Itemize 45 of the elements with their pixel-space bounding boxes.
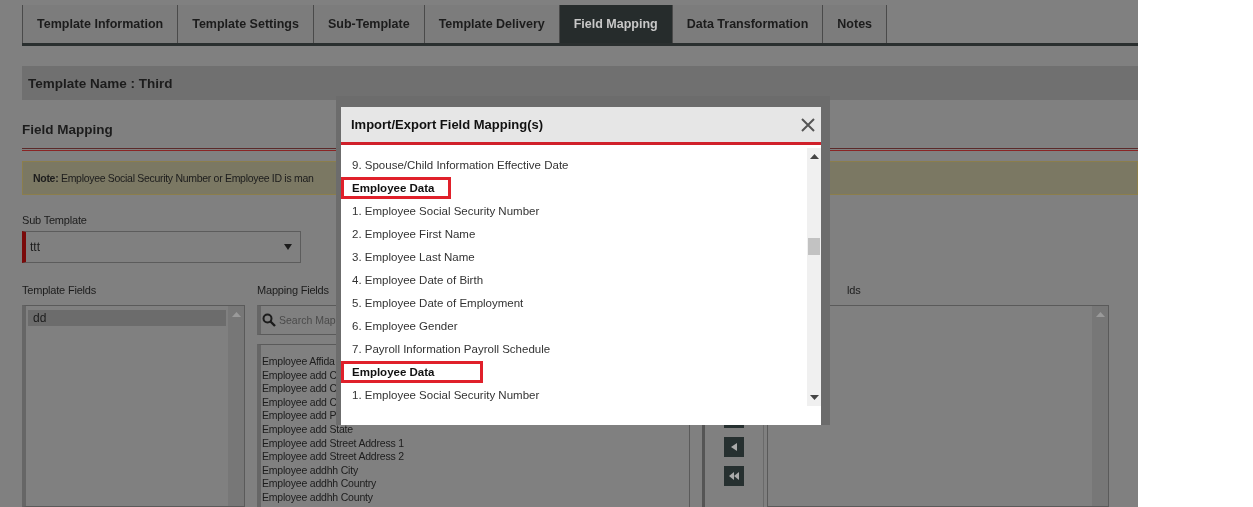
list-item[interactable]: Employee add State (262, 422, 688, 437)
group-heading: Employee Data (344, 363, 480, 380)
scrollbar-thumb[interactable] (808, 238, 820, 255)
mapping-list-item: 5. Employee Date of Employment (351, 295, 525, 311)
scrollbar[interactable] (807, 148, 821, 406)
scroll-down-icon[interactable] (809, 395, 819, 400)
dialog-title: Import/Export Field Mapping(s) (351, 117, 544, 132)
mapping-list-item: 4. Employee Date of Birth (351, 272, 485, 288)
field-label: Sub Template (22, 214, 87, 226)
sub-template-dropdown[interactable]: ttt (22, 231, 301, 263)
list-item[interactable]: Employee add Street Address 2 (262, 450, 688, 464)
tab[interactable]: Template Information (22, 5, 179, 43)
field-label: lds (847, 284, 861, 296)
double-triangle-icon (729, 471, 739, 481)
tab[interactable]: Data Transformation (672, 5, 824, 43)
scroll-up-icon[interactable] (809, 154, 819, 159)
template-name-bar: Template Name : Third (22, 66, 1138, 100)
close-icon[interactable] (799, 115, 817, 134)
mapping-list-item: 9. Spouse/Child Information Effective Date (351, 157, 570, 173)
mapping-list-item: 1. Employee Social Security Number (351, 387, 541, 403)
list-item[interactable]: Employee addhh County (262, 490, 688, 505)
group-heading: Employee Data (344, 179, 448, 196)
list-item[interactable]: Employee add Street Address 1 (262, 436, 688, 451)
move-left-button[interactable] (724, 437, 744, 457)
triangle-icon (729, 442, 739, 452)
search-icon (262, 313, 276, 327)
list-item[interactable]: dd (28, 310, 226, 326)
tab[interactable]: Field Mapping (559, 5, 673, 43)
section-title: Field Mapping (22, 122, 113, 138)
caret-icon (284, 244, 292, 250)
list-item[interactable]: Employee addhh Country (262, 477, 688, 491)
tab[interactable]: Template Settings (178, 5, 314, 43)
mapping-list-item: 3. Employee Last Name (351, 249, 476, 265)
tab[interactable]: Sub-Template (313, 5, 425, 43)
mapping-list-item: 2. Employee First Name (351, 226, 477, 242)
field-label: Mapping Fields (257, 284, 329, 296)
tab[interactable]: Template Delivery (424, 5, 560, 43)
mapping-list-item: 6. Employee Gender (351, 318, 459, 334)
tab[interactable]: Notes (823, 5, 888, 43)
field-label: Template Fields (22, 284, 97, 296)
move-all-left-button[interactable] (724, 466, 744, 486)
list-item[interactable]: Employee addhh City (262, 463, 688, 478)
note-text: Note: Employee Social Security Number or Employee ID is man (33, 172, 314, 184)
mapping-list-item: 7. Payroll Information Payroll Schedule (351, 341, 552, 357)
mapping-list-item: 1. Employee Social Security Number (351, 203, 541, 219)
